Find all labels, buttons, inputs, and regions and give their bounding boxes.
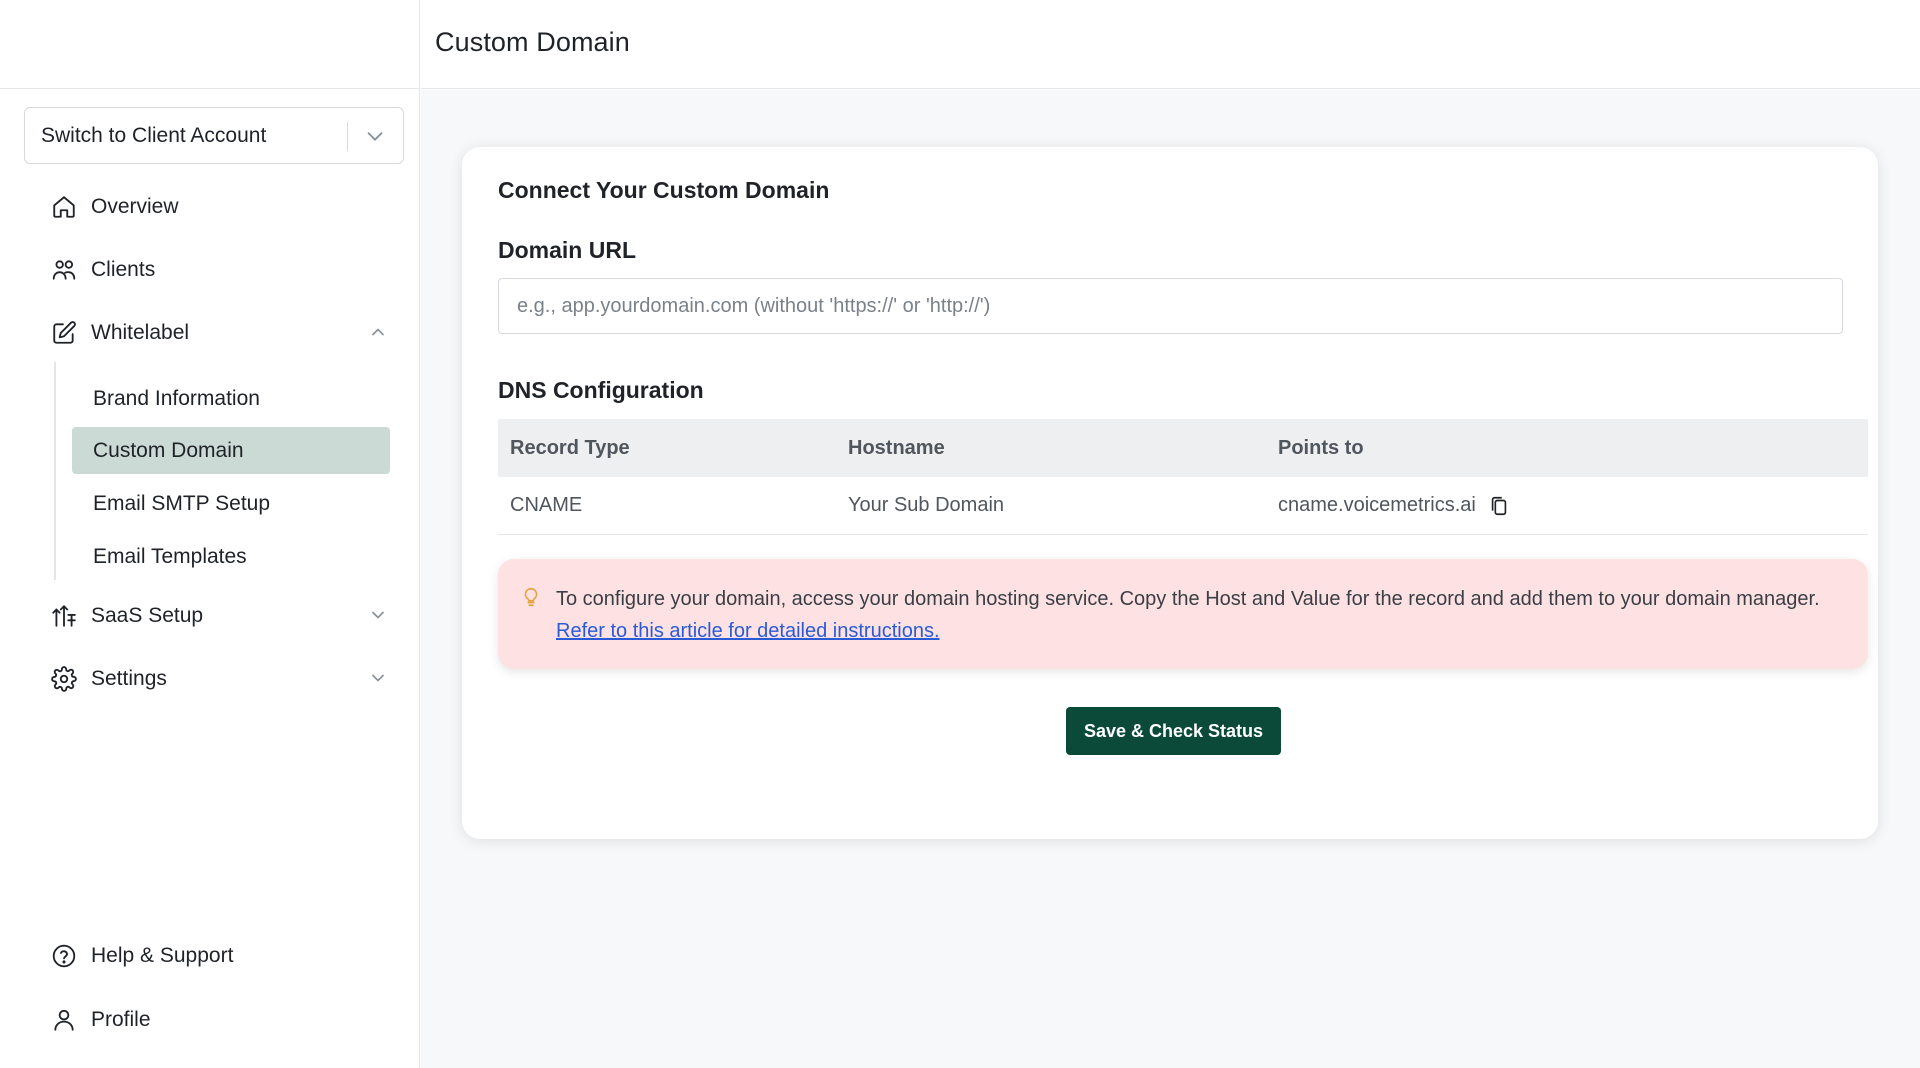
sidebar-item-overview[interactable]: Overview [50,193,179,221]
instructions-link[interactable]: Refer to this article for detailed instr… [556,620,940,642]
help-circle-icon [50,942,78,970]
lightbulb-icon [524,587,538,607]
sidebar-subitem-email-templates[interactable]: Email Templates [72,533,390,580]
page-title: Custom Domain [435,27,630,57]
sidebar-item-label: Help & Support [91,944,234,967]
dns-configuration-title: DNS Configuration [498,377,704,403]
chevron-down-icon [367,132,383,141]
save-check-status-button[interactable]: Save & Check Status [1066,707,1281,755]
sidebar-item-label: SaaS Setup [91,604,204,627]
home-icon [50,193,78,221]
user-icon [50,1006,78,1034]
sidebar-item-label: Whitelabel [91,321,190,344]
domain-url-label: Domain URL [498,237,636,263]
sidebar-item-whitelabel[interactable]: Whitelabel [50,319,189,347]
table-row: CNAME Your Sub Domain cname.voicemetrics… [498,477,1868,535]
instructions-alert: To configure your domain, access your do… [498,559,1868,669]
gear-icon [50,665,78,693]
alert-text: To configure your domain, access your do… [556,583,1846,647]
copy-icon[interactable] [1488,495,1510,517]
points-to-value: cname.voicemetrics.ai [1278,494,1476,516]
alert-message: To configure your domain, access your do… [556,588,1820,610]
sidebar-subitem-custom-domain[interactable]: Custom Domain [72,427,390,474]
card-title: Connect Your Custom Domain [498,177,830,203]
domain-url-input[interactable] [498,278,1843,334]
main-content: Connect Your Custom Domain Domain URL DN… [421,90,1920,1068]
custom-domain-card: Connect Your Custom Domain Domain URL DN… [462,147,1878,839]
sidebar-item-label: Profile [91,1008,151,1031]
cell-points-to: cname.voicemetrics.ai [1278,494,1510,517]
switcher-divider [347,122,348,151]
submenu-guide-line [54,362,56,580]
column-header-record-type: Record Type [510,436,630,459]
sidebar: Switch to Client Account Overview Client… [0,0,420,1068]
sliders-arrows-icon [50,602,78,630]
table-header-row: Record Type Hostname Points to [498,419,1868,477]
sidebar-item-settings[interactable]: Settings [50,665,167,693]
cell-record-type: CNAME [510,494,583,516]
dns-table: Record Type Hostname Points to CNAME You… [498,419,1868,535]
sidebar-item-clients[interactable]: Clients [50,256,155,284]
column-header-points-to: Points to [1278,436,1364,459]
chevron-up-icon[interactable] [368,322,388,342]
sidebar-subitem-email-smtp-setup[interactable]: Email SMTP Setup [72,480,390,527]
sidebar-item-label: Clients [91,258,156,281]
sidebar-item-profile[interactable]: Profile [50,1006,151,1034]
switcher-label: Switch to Client Account [41,123,267,147]
sidebar-item-help-support[interactable]: Help & Support [50,942,233,970]
sidebar-subitem-brand-information[interactable]: Brand Information [72,375,390,422]
sidebar-item-label: Overview [91,195,179,218]
cell-hostname: Your Sub Domain [848,494,1005,516]
edit-icon [50,319,78,347]
sidebar-logo-area [0,0,419,89]
sidebar-item-saas-setup[interactable]: SaaS Setup [50,602,203,630]
sidebar-item-label: Settings [91,667,167,690]
chevron-down-icon[interactable] [368,668,388,688]
column-header-hostname: Hostname [848,436,945,459]
client-account-switcher[interactable]: Switch to Client Account [24,107,404,164]
users-icon [50,256,78,284]
page-header: Custom Domain [421,0,1920,89]
chevron-down-icon[interactable] [368,605,388,625]
